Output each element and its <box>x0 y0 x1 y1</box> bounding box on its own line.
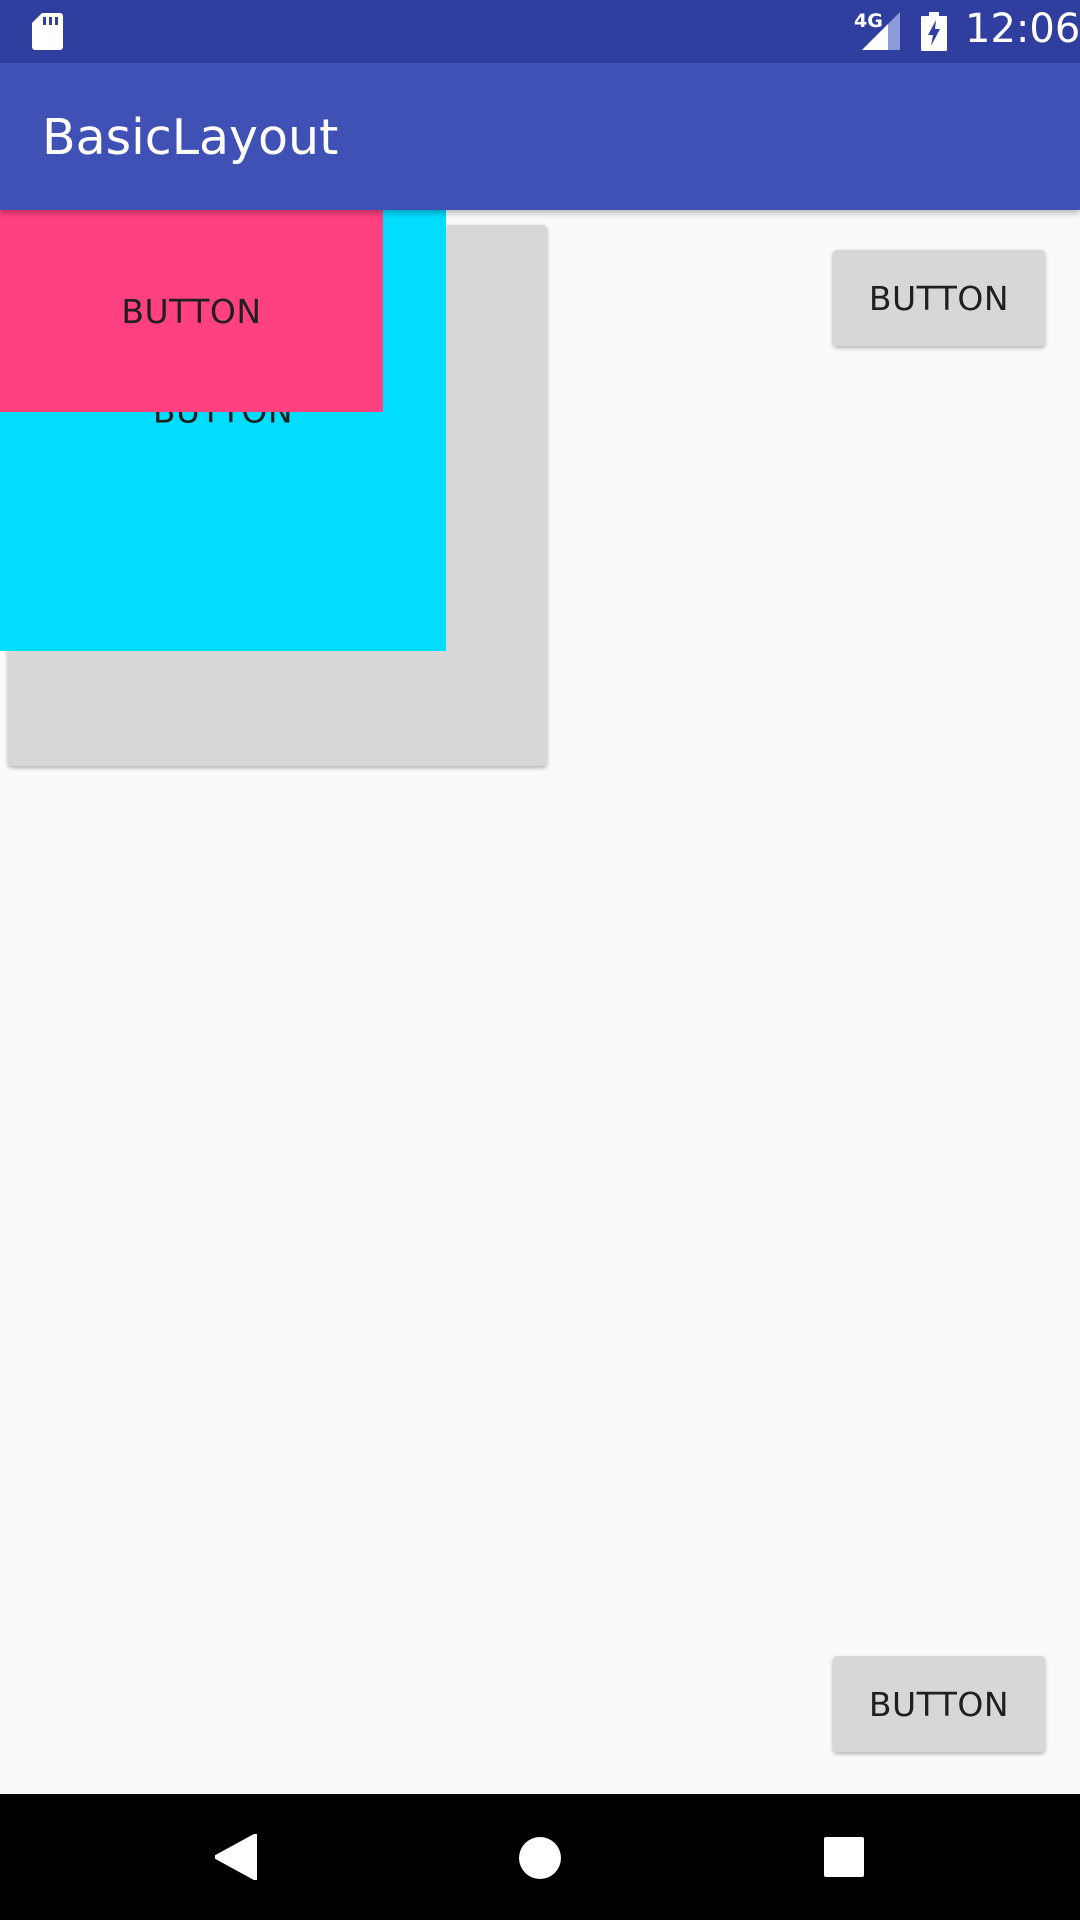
status-clock: 12:06 <box>965 6 1080 52</box>
screen: 4G 12:06 BasicLayout BUTTON BUTTON BUTTO… <box>0 0 1080 1920</box>
bottom-right-button[interactable]: BUTTON <box>833 1656 1045 1752</box>
app-title: BasicLayout <box>42 109 339 166</box>
status-bar: 4G 12:06 <box>0 0 1080 63</box>
battery-charging-icon <box>921 12 947 51</box>
back-icon[interactable] <box>215 1834 257 1880</box>
sd-card-icon <box>32 13 63 50</box>
signal-icon <box>862 12 900 50</box>
recents-icon[interactable] <box>824 1837 864 1877</box>
pink-button[interactable]: BUTTON <box>0 210 383 412</box>
app-bar: BasicLayout <box>0 63 1080 210</box>
navigation-bar <box>0 1794 1080 1920</box>
home-icon[interactable] <box>518 1836 562 1880</box>
content-area: BUTTON BUTTON BUTTON BUTTON <box>0 210 1080 1794</box>
top-right-button[interactable]: BUTTON <box>833 250 1045 346</box>
